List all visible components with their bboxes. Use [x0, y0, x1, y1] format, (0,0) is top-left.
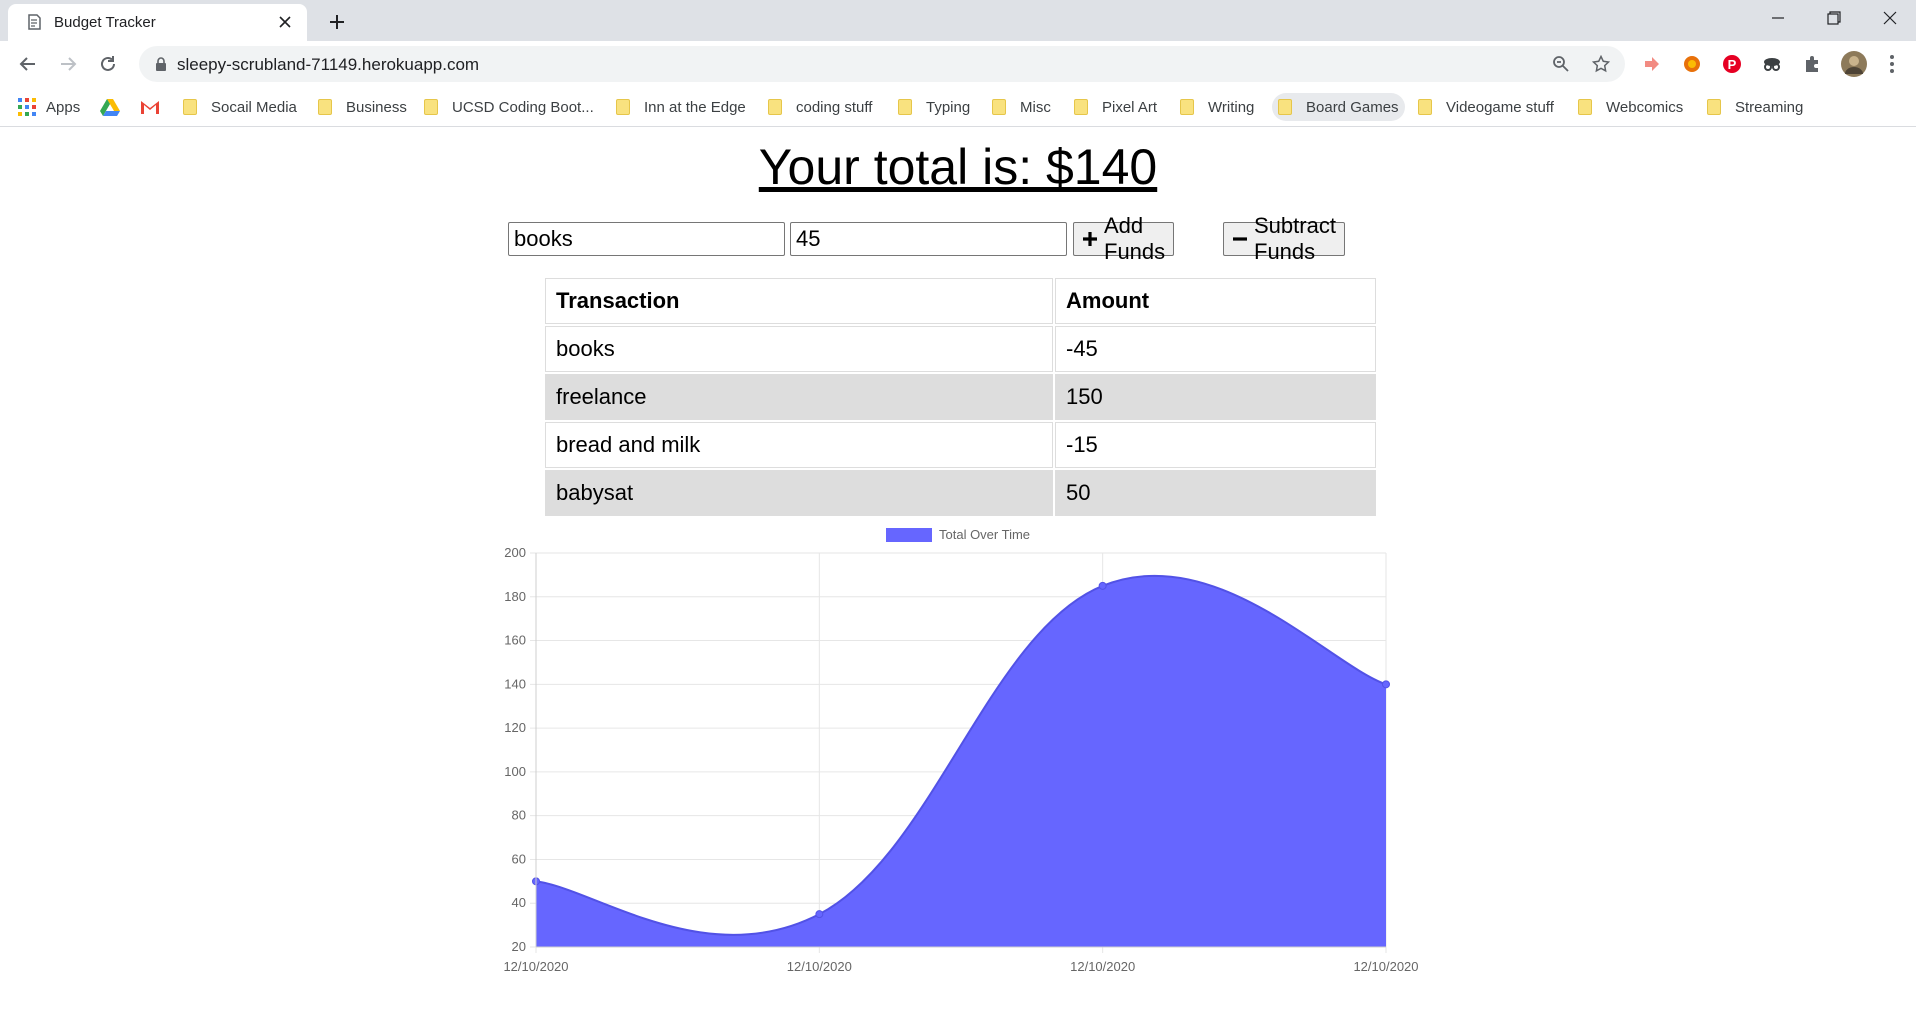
bookmark-folder-typing[interactable]: Typing: [898, 93, 970, 121]
page-favicon-icon: [26, 14, 42, 30]
bookmark-folder-webcomics[interactable]: Webcomics: [1578, 93, 1683, 121]
folder-icon: [616, 99, 630, 115]
y-tick-label: 180: [504, 589, 526, 604]
folder-icon: [992, 99, 1006, 115]
url-text: sleepy-scrubland-71149.herokuapp.com: [177, 55, 480, 74]
y-tick-label: 80: [512, 808, 526, 823]
new-tab-plus-icon[interactable]: [323, 8, 351, 36]
bookmark-folder-videogame-stuff[interactable]: Videogame stuff: [1418, 93, 1554, 121]
series-area: [536, 575, 1386, 947]
folder-icon: [1707, 99, 1721, 115]
bookmark-folder-misc[interactable]: Misc: [992, 93, 1051, 121]
bookmark-label: Webcomics: [1606, 98, 1684, 116]
bookmark-folder-pixel-art[interactable]: Pixel Art: [1074, 93, 1157, 121]
y-tick-label: 60: [512, 851, 526, 866]
data-point: [1382, 680, 1390, 689]
restore-window-icon[interactable]: [1806, 0, 1862, 36]
data-point: [1098, 581, 1107, 590]
folder-icon: [424, 99, 438, 115]
browser-menu-kebab-icon[interactable]: [1880, 52, 1904, 76]
bookmark-folder-socail-media[interactable]: Socail Media: [183, 93, 297, 121]
svg-text:P: P: [1728, 57, 1737, 72]
x-tick-label: 12/10/2020: [787, 959, 852, 974]
y-tick-label: 40: [512, 895, 526, 910]
bookmark-label: Videogame stuff: [1446, 98, 1554, 116]
bookmark-label: coding stuff: [796, 98, 873, 116]
y-tick-label: 140: [504, 676, 526, 691]
x-tick-label: 12/10/2020: [503, 959, 568, 974]
bookmark-star-icon[interactable]: [1590, 53, 1612, 75]
folder-icon: [898, 99, 912, 115]
bookmark-folder-writing[interactable]: Writing: [1180, 93, 1254, 121]
bookmark-label: Typing: [926, 98, 971, 116]
bookmark-label: Inn at the Edge: [644, 98, 746, 116]
bookmark-label: Streaming: [1735, 98, 1804, 116]
bookmark-label: Board Games: [1306, 98, 1399, 116]
budget-tracker-page: Your total is: $140 Add Funds Subtract F…: [0, 128, 1916, 1029]
bookmark-label: Business: [346, 98, 407, 116]
y-tick-label: 160: [504, 633, 526, 648]
bookmark-label: UCSD Coding Boot...: [452, 98, 594, 116]
browser-toolbar: sleepy-scrubland-71149.herokuapp.com P: [0, 41, 1916, 87]
minimize-window-icon[interactable]: [1750, 0, 1806, 36]
y-tick-label: 20: [512, 939, 526, 954]
extension-arrow-icon[interactable]: [1640, 52, 1664, 76]
bookmark-apps[interactable]: Apps: [18, 93, 80, 121]
data-point: [815, 910, 824, 919]
bookmark-folder-coding-stuff[interactable]: coding stuff: [768, 93, 872, 121]
tab-title: Budget Tracker: [54, 14, 156, 31]
legend-swatch: [886, 528, 932, 542]
bookmark-folder-board-games[interactable]: Board Games: [1272, 93, 1405, 121]
folder-icon: [318, 99, 332, 115]
folder-icon: [1578, 99, 1592, 115]
pinterest-icon[interactable]: P: [1720, 52, 1744, 76]
browser-tab-strip: Budget Tracker: [0, 0, 1916, 41]
folder-icon: [1180, 99, 1194, 115]
extension-spy-icon[interactable]: [1760, 52, 1784, 76]
gmail-icon: [140, 99, 160, 115]
zoom-magnifier-icon[interactable]: [1550, 53, 1572, 75]
extensions-puzzle-icon[interactable]: [1800, 52, 1824, 76]
apps-grid-icon: [18, 98, 36, 116]
extension-honey-icon[interactable]: [1680, 52, 1704, 76]
lock-icon: [155, 57, 167, 76]
legend-label: Total Over Time: [939, 527, 1030, 542]
bookmark-label: Apps: [46, 98, 81, 116]
bookmark-label: Socail Media: [211, 98, 297, 116]
reload-icon[interactable]: [94, 50, 122, 78]
address-bar[interactable]: sleepy-scrubland-71149.herokuapp.com: [139, 46, 1625, 82]
bookmark-folder-ucsd[interactable]: UCSD Coding Boot...: [424, 93, 594, 121]
y-tick-label: 120: [504, 720, 526, 735]
folder-icon: [768, 99, 782, 115]
x-tick-label: 12/10/2020: [1353, 959, 1418, 974]
bookmarks-bar: Apps Socail Media Business UCSD Coding B…: [0, 87, 1916, 127]
folder-icon: [1278, 99, 1292, 115]
bookmark-label: Pixel Art: [1102, 98, 1158, 116]
back-arrow-icon[interactable]: [14, 50, 42, 78]
y-tick-label: 200: [504, 545, 526, 560]
folder-icon: [1418, 99, 1432, 115]
bookmark-folder-business[interactable]: Business: [318, 93, 407, 121]
google-drive-icon: [100, 98, 120, 116]
bookmark-label: Misc: [1020, 98, 1051, 116]
bookmark-google-drive[interactable]: [100, 93, 120, 121]
y-tick-label: 100: [504, 764, 526, 779]
bookmark-gmail[interactable]: [140, 93, 160, 121]
bookmark-folder-inn-at-the-edge[interactable]: Inn at the Edge: [616, 93, 746, 121]
forward-arrow-icon[interactable]: [54, 50, 82, 78]
bookmark-label: Writing: [1208, 98, 1255, 116]
x-tick-label: 12/10/2020: [1070, 959, 1135, 974]
folder-icon: [183, 99, 197, 115]
total-over-time-chart: 20 40 60 80 100 120 140 160 180 200 12/10/2020 12/1…: [503, 527, 1418, 974]
browser-tab[interactable]: Budget Tracker: [8, 4, 307, 41]
close-tab-icon[interactable]: [275, 12, 295, 32]
bookmark-folder-streaming[interactable]: Streaming: [1707, 93, 1803, 121]
folder-icon: [1074, 99, 1088, 115]
close-window-icon[interactable]: [1862, 0, 1916, 36]
profile-avatar[interactable]: [1840, 50, 1868, 78]
